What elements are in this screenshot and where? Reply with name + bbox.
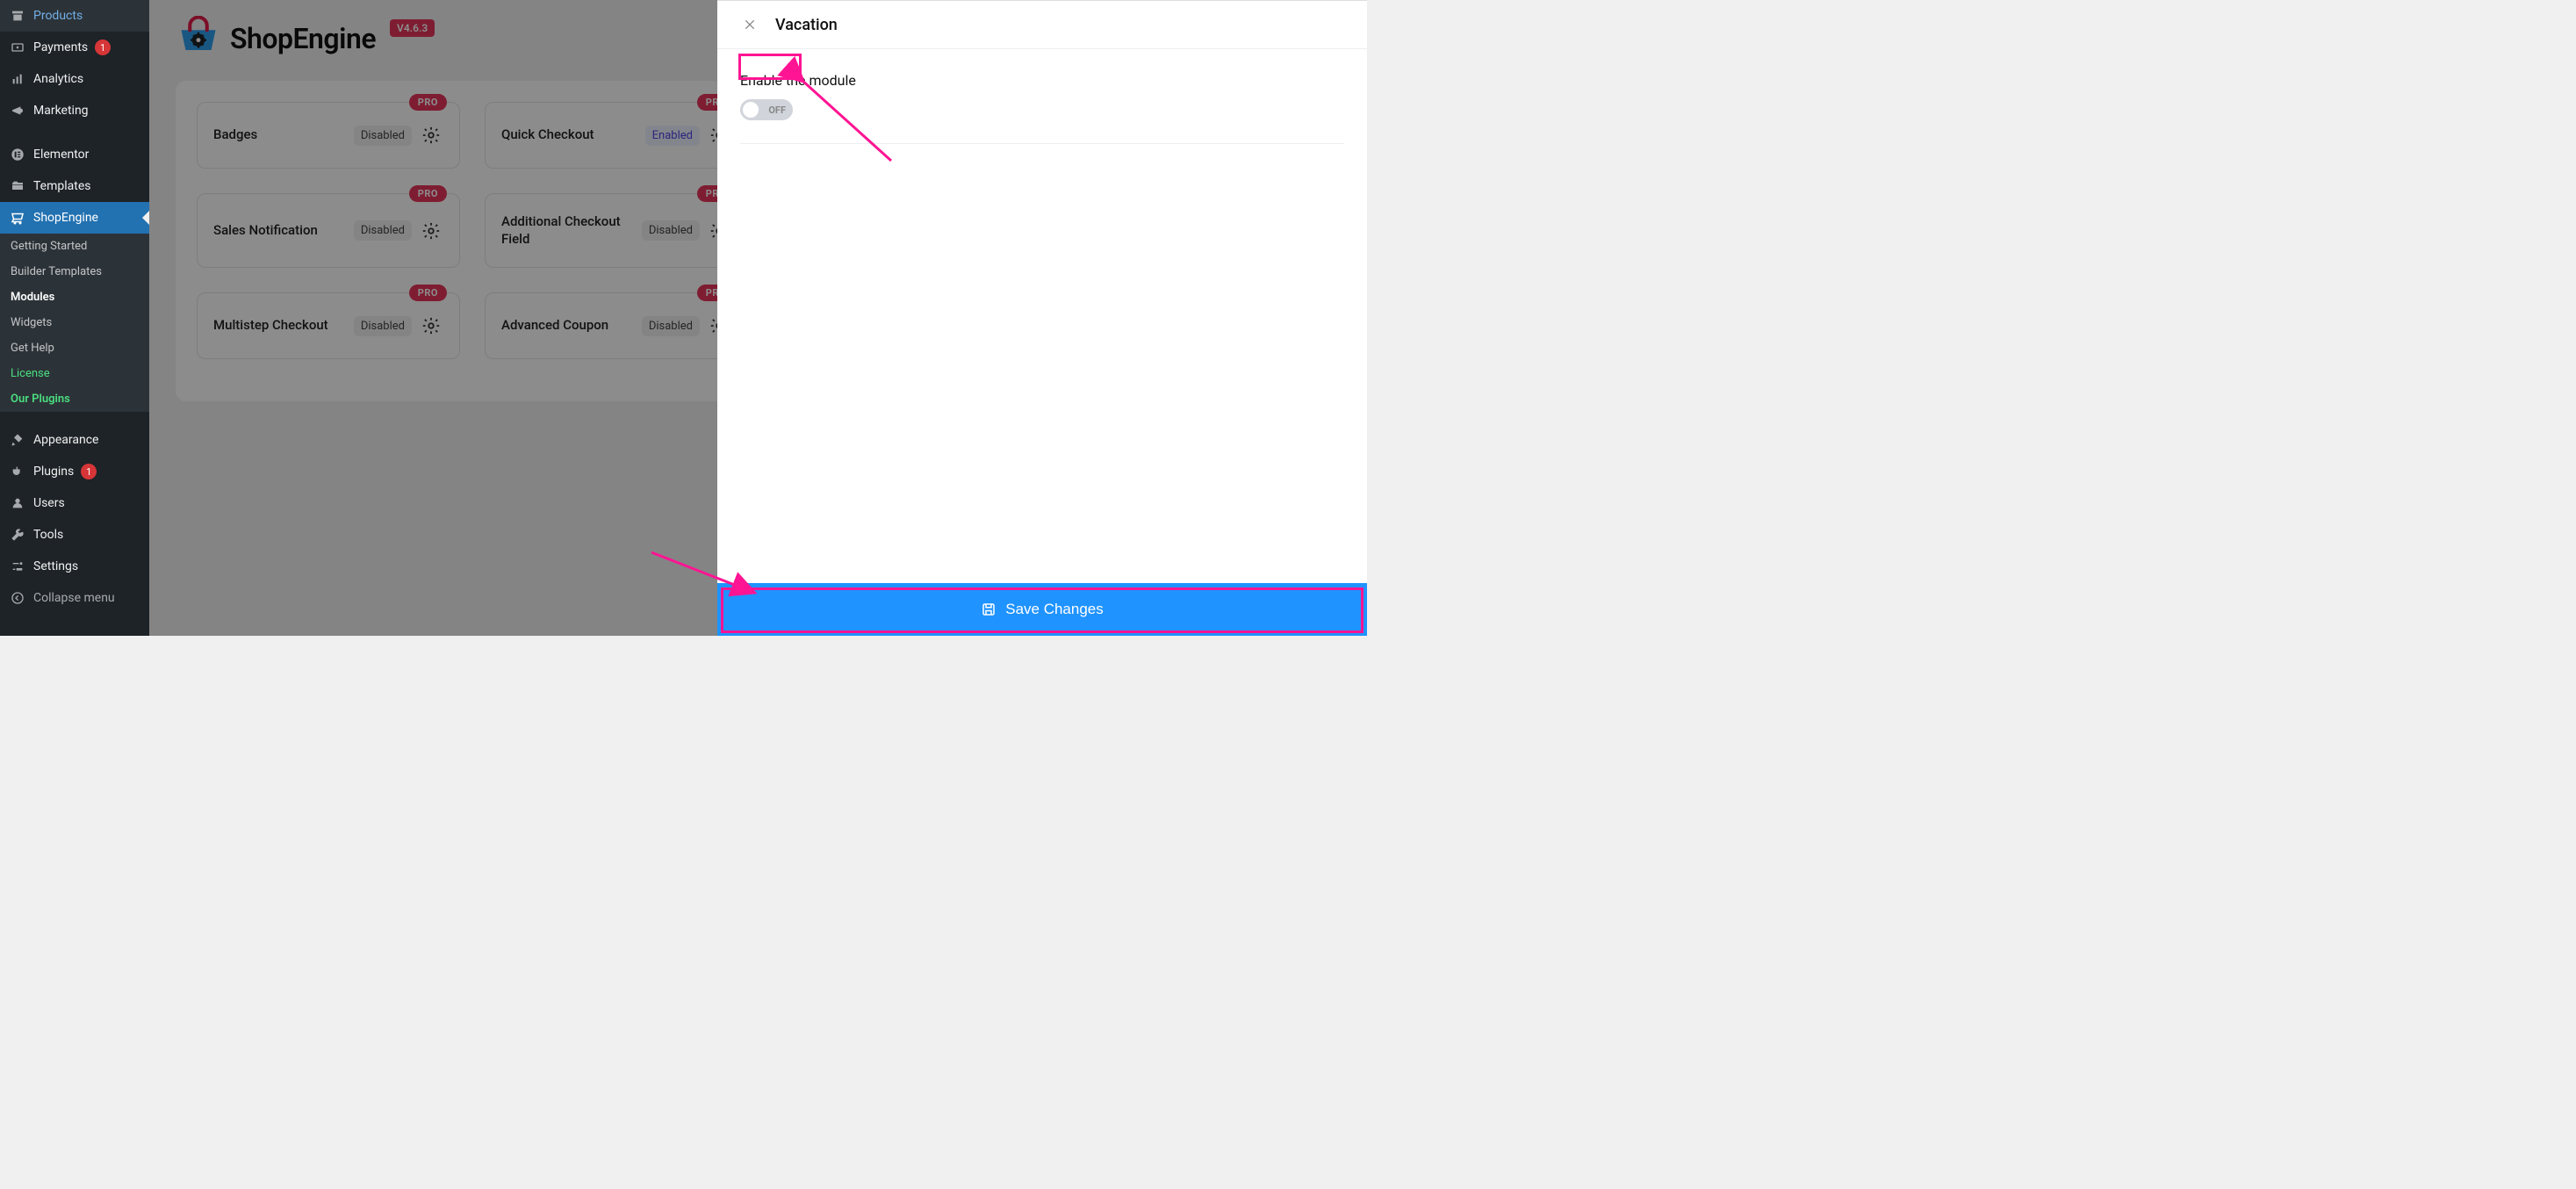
plug-icon: [9, 463, 26, 480]
pro-badge: PRO: [409, 285, 447, 301]
sidebar-item-elementor[interactable]: Elementor: [0, 139, 149, 170]
badge-count: 1: [95, 40, 111, 55]
gear-icon[interactable]: [419, 313, 443, 338]
pro-badge: PRO: [409, 94, 447, 111]
sidebar-item-settings[interactable]: Settings: [0, 551, 149, 582]
enable-module-label: Enable the module: [740, 72, 1344, 89]
sidebar-sub-our-plugins[interactable]: Our Plugins: [0, 386, 149, 412]
sidebar-item-payments[interactable]: Payments 1: [0, 32, 149, 63]
sidebar-sub-builder-templates[interactable]: Builder Templates: [0, 259, 149, 285]
module-status: Disabled: [354, 126, 412, 146]
sidebar-sub-widgets[interactable]: Widgets: [0, 310, 149, 335]
sidebar-sub-get-help[interactable]: Get Help: [0, 335, 149, 361]
elementor-icon: [9, 146, 26, 163]
module-card: PROAdvanced CouponDisabled: [485, 292, 748, 359]
badge-count: 1: [81, 464, 97, 479]
sidebar-item-users[interactable]: Users: [0, 487, 149, 519]
sidebar-item-analytics[interactable]: Analytics: [0, 63, 149, 95]
folder-icon: [9, 177, 26, 195]
sidebar-label: Elementor: [33, 148, 89, 162]
sidebar-label: ShopEngine: [33, 211, 98, 225]
sidebar-label: Payments: [33, 40, 88, 54]
user-icon: [9, 494, 26, 512]
module-card: PROMultistep CheckoutDisabled: [197, 292, 460, 359]
collapse-icon: [9, 589, 26, 607]
module-status: Disabled: [642, 316, 700, 336]
sidebar-label: Products: [33, 9, 83, 23]
money-icon: [9, 39, 26, 56]
sidebar-label: Collapse menu: [33, 591, 115, 605]
sidebar-label: Tools: [33, 528, 63, 542]
save-button-label: Save Changes: [1005, 601, 1104, 618]
shopengine-logo-icon: [176, 16, 221, 61]
brand-name: ShopEngine: [230, 22, 376, 55]
sidebar-sub-license[interactable]: License: [0, 361, 149, 386]
module-title: Badges: [213, 126, 257, 144]
sidebar-item-tools[interactable]: Tools: [0, 519, 149, 551]
sidebar-label: Plugins: [33, 465, 74, 479]
sidebar-item-collapse[interactable]: Collapse menu: [0, 582, 149, 614]
module-title: Additional Checkout Field: [501, 213, 633, 248]
module-status: Enabled: [645, 126, 700, 146]
module-title: Quick Checkout: [501, 126, 594, 144]
sidebar-sub-modules[interactable]: Modules: [0, 285, 149, 310]
version-badge: V4.6.3: [390, 19, 435, 37]
save-changes-button[interactable]: Save Changes: [717, 583, 1367, 636]
brand-logo: ShopEngine: [176, 16, 376, 61]
cart-gear-icon: [9, 209, 26, 227]
enable-module-toggle[interactable]: OFF: [740, 99, 793, 120]
gear-icon[interactable]: [419, 123, 443, 148]
chart-icon: [9, 70, 26, 88]
sidebar-item-appearance[interactable]: Appearance: [0, 424, 149, 456]
sidebar-label: Users: [33, 496, 65, 510]
sidebar-item-shopengine[interactable]: ShopEngine: [0, 202, 149, 234]
admin-sidebar: Products Payments 1 Analytics Marketing …: [0, 0, 149, 636]
save-icon: [981, 602, 997, 617]
main-area: ShopEngine V4.6.3 PRO Badges Disabled PRO Qu…: [149, 0, 1367, 636]
panel-title: Vacation: [775, 16, 838, 34]
sidebar-item-plugins[interactable]: Plugins 1: [0, 456, 149, 487]
close-icon[interactable]: [740, 15, 759, 34]
sliders-icon: [9, 558, 26, 575]
gear-icon[interactable]: [419, 219, 443, 243]
sidebar-label: Appearance: [33, 433, 98, 447]
sidebar-label: Settings: [33, 559, 78, 573]
sidebar-sub-getting-started[interactable]: Getting Started: [0, 234, 149, 259]
module-card: PROSales NotificationDisabled: [197, 193, 460, 268]
megaphone-icon: [9, 102, 26, 119]
module-status: Disabled: [354, 220, 412, 241]
sidebar-item-marketing[interactable]: Marketing: [0, 95, 149, 126]
sidebar-item-products[interactable]: Products: [0, 0, 149, 32]
module-card: PROQuick CheckoutEnabled: [485, 102, 748, 169]
wrench-icon: [9, 526, 26, 544]
settings-panel: Vacation Enable the module OFF Save Chan…: [717, 0, 1367, 636]
module-title: Multistep Checkout: [213, 317, 328, 335]
toggle-state-label: OFF: [768, 104, 786, 116]
module-status: Disabled: [354, 316, 412, 336]
sidebar-item-templates[interactable]: Templates: [0, 170, 149, 202]
sidebar-label: Analytics: [33, 72, 83, 86]
brush-icon: [9, 431, 26, 449]
module-status: Disabled: [642, 220, 700, 241]
module-title: Advanced Coupon: [501, 317, 608, 335]
module-card: PROBadgesDisabled: [197, 102, 460, 169]
archive-icon: [9, 7, 26, 25]
module-card: PROAdditional Checkout FieldDisabled: [485, 193, 748, 268]
pro-badge: PRO: [409, 185, 447, 202]
sidebar-label: Templates: [33, 179, 91, 193]
module-title: Sales Notification: [213, 222, 318, 240]
sidebar-label: Marketing: [33, 104, 89, 118]
